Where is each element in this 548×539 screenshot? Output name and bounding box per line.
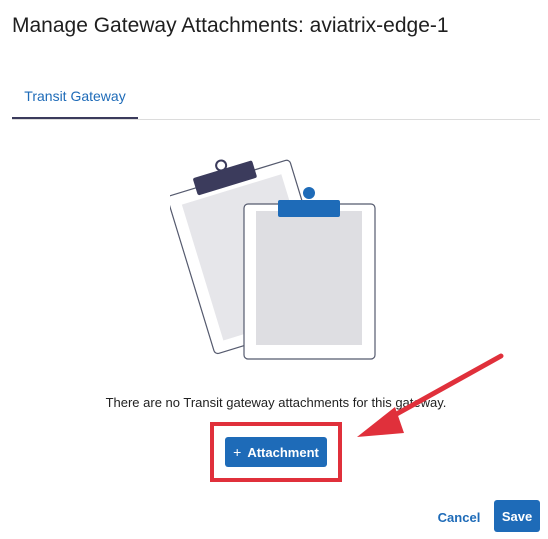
save-button[interactable]: Save — [494, 500, 540, 532]
clipboard-icon — [170, 159, 376, 360]
annotation-highlight-box — [210, 422, 342, 482]
tab-bar: Transit Gateway — [12, 86, 540, 120]
dialog-title: Manage Gateway Attachments: aviatrix-edg… — [12, 14, 449, 37]
cancel-button[interactable]: Cancel — [432, 503, 486, 531]
front-clipboard — [243, 187, 376, 360]
empty-state-message: There are no Transit gateway attachments… — [105, 395, 447, 410]
tab-transit-gateway[interactable]: Transit Gateway — [12, 86, 138, 119]
